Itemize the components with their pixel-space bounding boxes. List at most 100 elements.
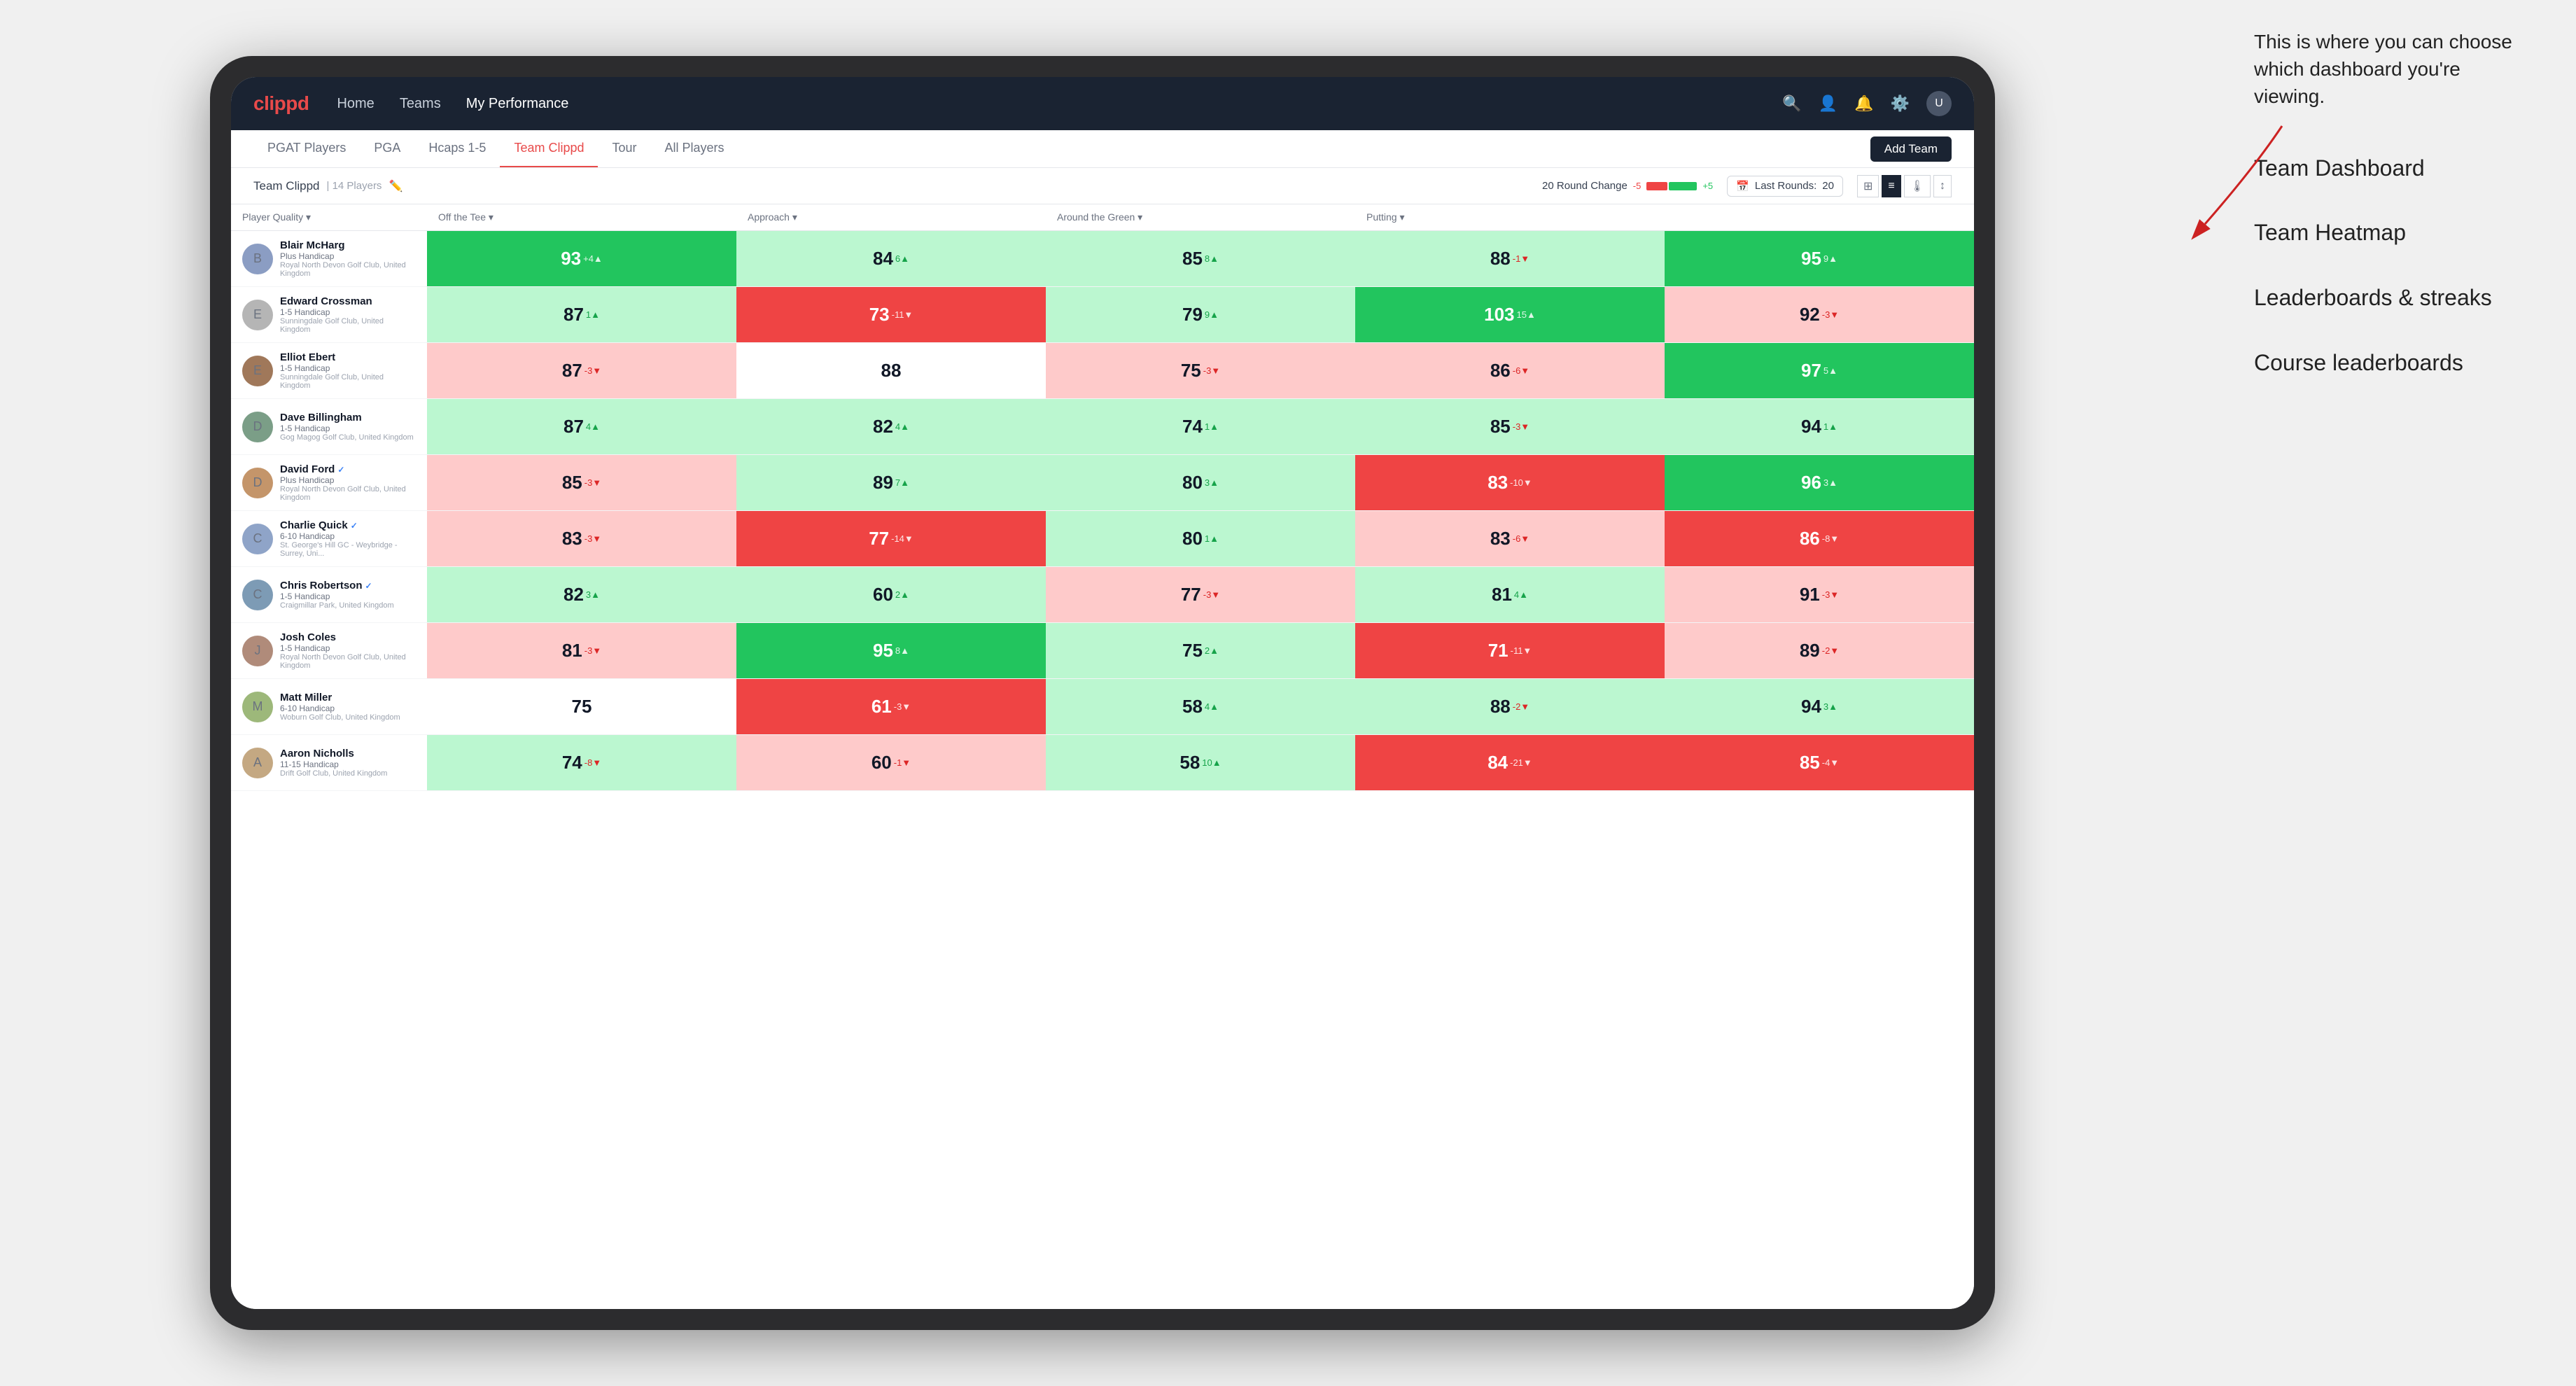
player-handicap: 6-10 Handicap bbox=[280, 704, 400, 713]
user-icon[interactable]: 👤 bbox=[1819, 94, 1837, 113]
score-change: 9▲ bbox=[1823, 253, 1837, 264]
search-icon[interactable]: 🔍 bbox=[1782, 94, 1801, 113]
score-change: -6▼ bbox=[1513, 365, 1530, 376]
navbar: clippd Home Teams My Performance 🔍 👤 🔔 ⚙… bbox=[231, 77, 1974, 130]
last-rounds-button[interactable]: 📅 Last Rounds: 20 bbox=[1727, 176, 1843, 197]
tab-pga[interactable]: PGA bbox=[360, 130, 414, 167]
score-cell: 83-6▼ bbox=[1355, 511, 1665, 566]
score-change: 2▲ bbox=[895, 589, 909, 600]
player-cell[interactable]: BBlair McHargPlus HandicapRoyal North De… bbox=[231, 231, 427, 286]
change-bar-neg bbox=[1646, 182, 1667, 190]
player-cell[interactable]: CCharlie Quick✓6-10 HandicapSt. George's… bbox=[231, 511, 427, 566]
score-change: -11▼ bbox=[1511, 645, 1532, 656]
round-change: 20 Round Change -5 +5 bbox=[1542, 180, 1713, 192]
player-club: Royal North Devon Golf Club, United King… bbox=[280, 485, 416, 502]
score-cell: 943▲ bbox=[1665, 679, 1974, 734]
player-cell[interactable]: DDavid Ford✓Plus HandicapRoyal North Dev… bbox=[231, 455, 427, 510]
score-change: 4▲ bbox=[1205, 701, 1219, 712]
table-row: DDave Billingham1-5 HandicapGog Magog Go… bbox=[231, 399, 1974, 455]
verified-icon: ✓ bbox=[337, 465, 344, 475]
avatar: A bbox=[242, 748, 273, 778]
score-change: -3▼ bbox=[584, 477, 601, 488]
player-cell[interactable]: MMatt Miller6-10 HandicapWoburn Golf Clu… bbox=[231, 679, 427, 734]
tab-team-clippd[interactable]: Team Clippd bbox=[500, 130, 598, 167]
edit-icon[interactable]: ✏️ bbox=[388, 179, 402, 193]
score-cell: 858▲ bbox=[1046, 231, 1355, 286]
view-sort-button[interactable]: ↕ bbox=[1933, 175, 1952, 197]
score-change: -10▼ bbox=[1510, 477, 1532, 488]
view-table-button[interactable]: ≡ bbox=[1882, 175, 1900, 197]
tab-tour[interactable]: Tour bbox=[598, 130, 650, 167]
player-info: Aaron Nicholls11-15 HandicapDrift Golf C… bbox=[280, 748, 387, 778]
player-handicap: 1-5 Handicap bbox=[280, 592, 394, 601]
score-value: 81 bbox=[562, 640, 582, 662]
score-cell: 92-3▼ bbox=[1665, 287, 1974, 342]
view-grid-button[interactable]: ⊞ bbox=[1857, 175, 1879, 197]
score-change: 4▲ bbox=[895, 421, 909, 432]
score-value: 83 bbox=[1488, 472, 1508, 493]
player-club: Gog Magog Golf Club, United Kingdom bbox=[280, 433, 414, 442]
player-cell[interactable]: DDave Billingham1-5 HandicapGog Magog Go… bbox=[231, 399, 427, 454]
col-header-around-green[interactable]: Around the Green ▾ bbox=[1046, 204, 1355, 230]
avatar: D bbox=[242, 468, 273, 498]
table-header: Player Quality ▾ Off the Tee ▾ Approach … bbox=[231, 204, 1974, 231]
player-handicap: 6-10 Handicap bbox=[280, 531, 416, 541]
score-change: -2▼ bbox=[1513, 701, 1530, 712]
team-controls: 20 Round Change -5 +5 📅 Last Rounds: 20 … bbox=[1542, 175, 1952, 197]
score-value: 83 bbox=[562, 528, 582, 550]
last-rounds-icon: 📅 bbox=[1736, 180, 1749, 192]
score-value: 95 bbox=[1801, 248, 1821, 270]
player-name: Josh Coles bbox=[280, 631, 416, 643]
score-value: 74 bbox=[562, 752, 582, 774]
annotation-intro-text: This is where you can choose which dashb… bbox=[2254, 28, 2534, 111]
score-value: 75 bbox=[1181, 360, 1201, 382]
score-value: 97 bbox=[1801, 360, 1821, 382]
player-name: Charlie Quick✓ bbox=[280, 519, 416, 531]
score-cell: 85-3▼ bbox=[427, 455, 736, 510]
nav-item-home[interactable]: Home bbox=[337, 96, 374, 112]
bell-icon[interactable]: 🔔 bbox=[1854, 94, 1873, 113]
col-header-putting[interactable]: Putting ▾ bbox=[1355, 204, 1665, 230]
score-change: 8▲ bbox=[1205, 253, 1219, 264]
score-value: 80 bbox=[1182, 528, 1203, 550]
player-handicap: 1-5 Handicap bbox=[280, 307, 416, 317]
view-heat-button[interactable]: 🌡 bbox=[1904, 175, 1931, 197]
tab-all-players[interactable]: All Players bbox=[651, 130, 738, 167]
score-cell: 874▲ bbox=[427, 399, 736, 454]
avatar: C bbox=[242, 580, 273, 610]
score-cell: 88 bbox=[736, 343, 1046, 398]
player-cell[interactable]: EEdward Crossman1-5 HandicapSunningdale … bbox=[231, 287, 427, 342]
settings-icon[interactable]: ⚙️ bbox=[1891, 94, 1910, 113]
tab-hcaps[interactable]: Hcaps 1-5 bbox=[414, 130, 500, 167]
player-cell[interactable]: CChris Robertson✓1-5 HandicapCraigmillar… bbox=[231, 567, 427, 622]
player-info: Blair McHargPlus HandicapRoyal North Dev… bbox=[280, 239, 416, 278]
avatar[interactable]: U bbox=[1926, 91, 1952, 116]
score-cell: 602▲ bbox=[736, 567, 1046, 622]
col-header-player[interactable]: Player Quality ▾ bbox=[231, 204, 427, 230]
table-row: AAaron Nicholls11-15 HandicapDrift Golf … bbox=[231, 735, 1974, 791]
score-change: -3▼ bbox=[1822, 309, 1839, 320]
score-value: 86 bbox=[1800, 528, 1820, 550]
player-cell[interactable]: AAaron Nicholls11-15 HandicapDrift Golf … bbox=[231, 735, 427, 790]
table-row: CCharlie Quick✓6-10 HandicapSt. George's… bbox=[231, 511, 1974, 567]
add-team-button[interactable]: Add Team bbox=[1870, 136, 1952, 162]
score-value: 82 bbox=[873, 416, 893, 438]
score-value: 71 bbox=[1488, 640, 1508, 662]
tablet-screen: clippd Home Teams My Performance 🔍 👤 🔔 ⚙… bbox=[231, 77, 1974, 1309]
tab-pgat-players[interactable]: PGAT Players bbox=[253, 130, 360, 167]
score-change: -3▼ bbox=[1203, 365, 1220, 376]
team-info-bar: Team Clippd | 14 Players ✏️ 20 Round Cha… bbox=[231, 168, 1974, 204]
score-cell: 71-11▼ bbox=[1355, 623, 1665, 678]
player-handicap: 1-5 Handicap bbox=[280, 363, 416, 373]
table-row: EEdward Crossman1-5 HandicapSunningdale … bbox=[231, 287, 1974, 343]
col-header-approach[interactable]: Approach ▾ bbox=[736, 204, 1046, 230]
score-cell: 81-3▼ bbox=[427, 623, 736, 678]
col-header-off-tee[interactable]: Off the Tee ▾ bbox=[427, 204, 736, 230]
nav-item-my-performance[interactable]: My Performance bbox=[466, 96, 569, 112]
nav-item-teams[interactable]: Teams bbox=[400, 96, 441, 112]
player-cell[interactable]: EElliot Ebert1-5 HandicapSunningdale Gol… bbox=[231, 343, 427, 398]
score-cell: 86-6▼ bbox=[1355, 343, 1665, 398]
score-change: -8▼ bbox=[584, 757, 601, 768]
score-value: 85 bbox=[562, 472, 582, 493]
player-cell[interactable]: JJosh Coles1-5 HandicapRoyal North Devon… bbox=[231, 623, 427, 678]
